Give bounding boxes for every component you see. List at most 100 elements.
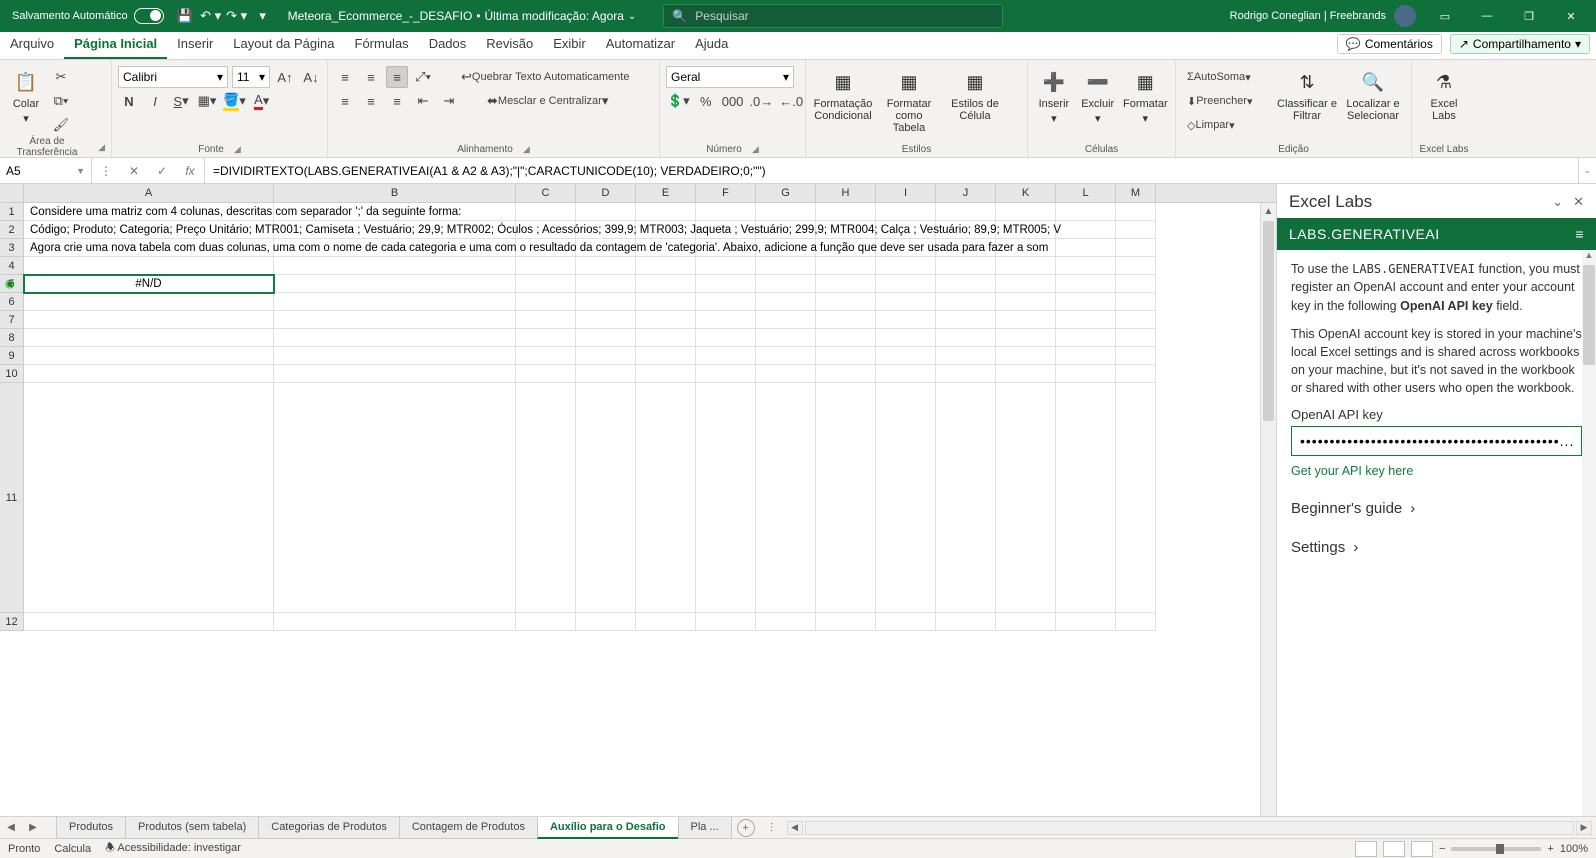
col-E[interactable]: E <box>636 184 696 202</box>
qat-overflow-icon[interactable]: ▾ <box>250 3 276 29</box>
tab-formulas[interactable]: Fórmulas <box>345 32 419 59</box>
font-size-combo[interactable]: 11▾ <box>232 66 270 88</box>
font-color-icon[interactable]: A▾ <box>251 90 273 112</box>
underline-icon[interactable]: S▾ <box>170 90 192 112</box>
tab-nav-next-icon[interactable]: ▶ <box>22 822 44 833</box>
col-I[interactable]: I <box>876 184 936 202</box>
copy-icon[interactable]: ⧉▾ <box>50 90 72 112</box>
view-break-icon[interactable] <box>1411 841 1433 857</box>
taskpane-menu-icon[interactable]: ⌄ <box>1552 194 1563 210</box>
tab-nav-first-icon[interactable]: ◀ <box>0 822 22 833</box>
tp-scroll-up-icon[interactable]: ▲ <box>1582 250 1596 264</box>
tab-dados[interactable]: Dados <box>419 32 477 59</box>
cell-A3[interactable]: Agora crie uma nova tabela com duas colu… <box>27 239 1051 257</box>
fill-button[interactable]: ⬇ Preencher ▾ <box>1182 90 1272 112</box>
sort-filter-button[interactable]: ⇅Classificar e Filtrar <box>1276 66 1338 122</box>
autosave-toggle-area[interactable]: Salvamento Automático <box>4 8 172 24</box>
fx-expand-icon[interactable]: ⌄ <box>1578 158 1596 183</box>
col-H[interactable]: H <box>816 184 876 202</box>
user-account[interactable]: Rodrigo Coneglian | Freebrands <box>1230 5 1416 27</box>
comments-button[interactable]: 💬 Comentários <box>1337 34 1442 54</box>
vertical-scrollbar[interactable]: ▲ <box>1260 203 1276 816</box>
smart-tag-icon[interactable]: ◉ <box>5 277 15 290</box>
bold-icon[interactable]: N <box>118 90 140 112</box>
col-D[interactable]: D <box>576 184 636 202</box>
row-6[interactable]: 6 <box>0 293 24 311</box>
border-icon[interactable]: ▦▾ <box>196 90 218 112</box>
clear-button[interactable]: ◇ Limpar ▾ <box>1182 114 1272 136</box>
tab-split-icon[interactable]: ⋮ <box>761 822 783 833</box>
cell-A2[interactable]: Código; Produto; Categoria; Preço Unitár… <box>27 221 1064 239</box>
share-button[interactable]: ↗ Compartilhamento ▾ <box>1450 34 1590 54</box>
col-B[interactable]: B <box>274 184 516 202</box>
decrease-indent-icon[interactable]: ⇤ <box>412 90 434 112</box>
taskpane-banner-menu-icon[interactable]: ≡ <box>1575 226 1584 242</box>
find-select-button[interactable]: 🔍Localizar e Selecionar <box>1342 66 1404 122</box>
view-page-icon[interactable] <box>1383 841 1405 857</box>
format-painter-icon[interactable]: 🖌 <box>50 114 72 136</box>
tab-ajuda[interactable]: Ajuda <box>685 32 738 59</box>
align-right-icon[interactable]: ≡ <box>386 90 408 112</box>
currency-icon[interactable]: 💲▾ <box>666 90 691 112</box>
scroll-thumb[interactable] <box>1263 221 1274 421</box>
sheet-tab-2[interactable]: Categorias de Produtos <box>258 817 400 839</box>
tp-scroll-thumb[interactable] <box>1583 265 1595 365</box>
zoom-in-icon[interactable]: + <box>1547 843 1553 855</box>
col-K[interactable]: K <box>996 184 1056 202</box>
cond-format-button[interactable]: ▦Formatação Condicional <box>812 66 874 122</box>
minimize-icon[interactable]: — <box>1466 0 1508 32</box>
tab-exibir[interactable]: Exibir <box>543 32 596 59</box>
zoom-out-icon[interactable]: − <box>1439 843 1445 855</box>
decrease-decimal-icon[interactable]: ←.0 <box>778 90 804 112</box>
taskpane-close-icon[interactable]: ✕ <box>1573 194 1584 210</box>
col-M[interactable]: M <box>1116 184 1156 202</box>
tab-pagina-inicial[interactable]: Página Inicial <box>64 32 167 59</box>
tab-layout[interactable]: Layout da Página <box>223 32 344 59</box>
align-left-icon[interactable]: ≡ <box>334 90 356 112</box>
sheet-tab-0[interactable]: Produtos <box>56 817 126 839</box>
row-11[interactable]: 11 <box>0 383 24 613</box>
ribbon-mode-icon[interactable]: ▭ <box>1424 0 1466 32</box>
redo-icon[interactable]: ↷ ▾ <box>224 3 250 29</box>
hscroll-track[interactable] <box>805 821 1574 835</box>
row-2[interactable]: 2 <box>0 221 24 239</box>
increase-decimal-icon[interactable]: .0→ <box>748 90 774 112</box>
italic-icon[interactable]: I <box>144 90 166 112</box>
api-key-input[interactable] <box>1291 426 1582 456</box>
row-9[interactable]: 9 <box>0 347 24 365</box>
autosum-button[interactable]: Σ AutoSoma ▾ <box>1182 66 1272 88</box>
align-top-icon[interactable]: ≡ <box>334 66 356 88</box>
cell-styles-button[interactable]: ▦Estilos de Célula <box>944 66 1006 122</box>
tab-automatizar[interactable]: Automatizar <box>596 32 685 59</box>
increase-indent-icon[interactable]: ⇥ <box>438 90 460 112</box>
insert-cells-button[interactable]: ➕Inserir▾ <box>1034 66 1074 125</box>
sheet-tab-3[interactable]: Contagem de Produtos <box>399 817 538 839</box>
comma-icon[interactable]: 000 <box>721 90 745 112</box>
view-normal-icon[interactable] <box>1355 841 1377 857</box>
row-7[interactable]: 7 <box>0 311 24 329</box>
number-format-combo[interactable]: Geral▾ <box>666 66 794 88</box>
format-table-button[interactable]: ▦Formatar como Tabela <box>878 66 940 134</box>
zoom-slider[interactable] <box>1451 847 1541 851</box>
beginners-guide-link[interactable]: Beginner's guide› <box>1291 500 1582 517</box>
col-G[interactable]: G <box>756 184 816 202</box>
autosave-toggle[interactable] <box>134 8 164 24</box>
fx-enter-icon[interactable]: ✓ <box>148 164 176 178</box>
tab-revisao[interactable]: Revisão <box>476 32 543 59</box>
fx-cancel-icon[interactable]: ✕ <box>120 164 148 178</box>
select-all-corner[interactable] <box>0 184 24 202</box>
get-api-key-link[interactable]: Get your API key here <box>1291 464 1582 478</box>
cell-A5-selected[interactable]: #N/D <box>24 275 274 293</box>
add-sheet-button[interactable]: + <box>737 819 755 837</box>
maximize-icon[interactable]: ❐ <box>1508 0 1550 32</box>
fx-menu-icon[interactable]: ⋮ <box>92 164 120 178</box>
sheet-tab-5[interactable]: Pla ... <box>678 817 732 839</box>
horizontal-scrollbar[interactable]: ◀ ▶ <box>787 821 1592 835</box>
cut-icon[interactable]: ✂ <box>50 66 72 88</box>
col-F[interactable]: F <box>696 184 756 202</box>
zoom-value[interactable]: 100% <box>1560 843 1588 855</box>
align-bottom-icon[interactable]: ≡ <box>386 66 408 88</box>
col-C[interactable]: C <box>516 184 576 202</box>
align-center-icon[interactable]: ≡ <box>360 90 382 112</box>
format-cells-button[interactable]: ▦Formatar▾ <box>1122 66 1169 125</box>
